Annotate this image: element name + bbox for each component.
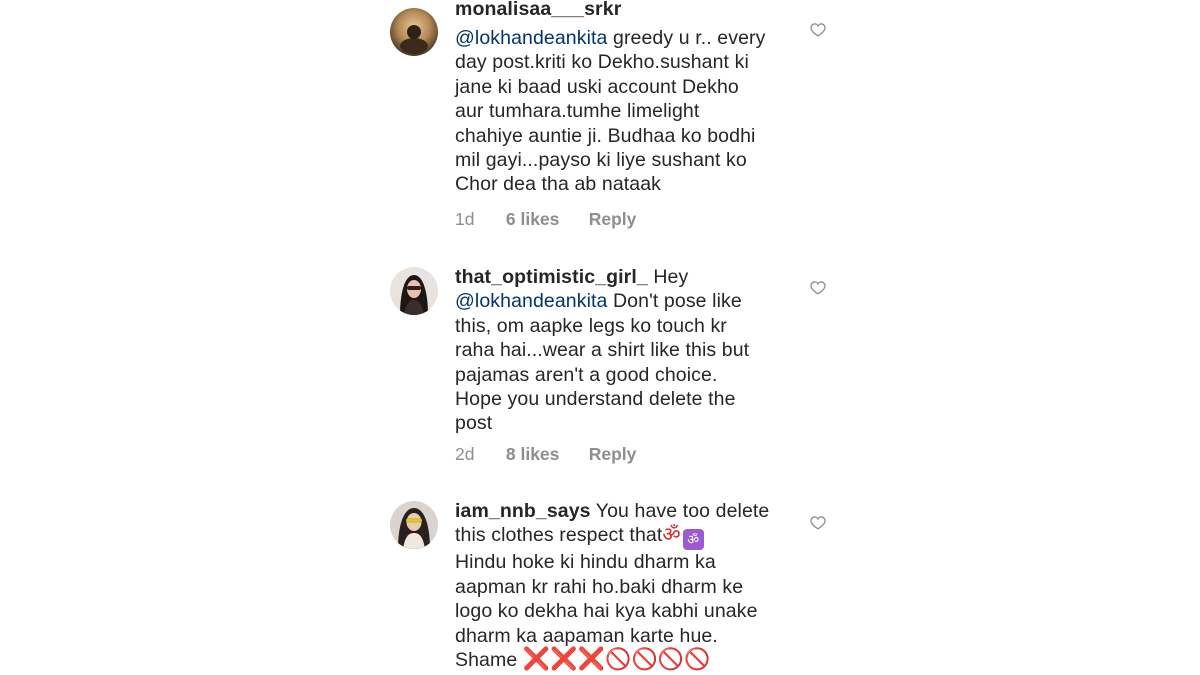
comment-text: iam_nnb_says You have too delete this cl…	[455, 499, 785, 672]
comment-line: day post.kriti ko Dekho.sushant ki	[455, 51, 749, 74]
comment-line: aapman kr rahi ho.baki dharm ke	[455, 575, 744, 598]
comment-line: mil gayi...payso ki liye sushant ko	[455, 149, 747, 172]
comment-username[interactable]: iam_nnb_says	[455, 500, 591, 522]
comment-line: pajamas aren't a good choice.	[455, 363, 718, 386]
avatar[interactable]	[390, 267, 438, 315]
heart-outline-icon[interactable]	[810, 515, 826, 530]
comment-line: this, om aapke legs ko touch kr	[455, 314, 727, 337]
likes-count[interactable]: 8 likes	[506, 444, 584, 465]
comment-line: chahiye auntie ji. Budhaa ko bodhi	[455, 124, 756, 147]
comment-line: dharm ka aapaman karte hue.	[455, 624, 718, 647]
comment-line: aur tumhara.tumhe limelight	[455, 100, 700, 123]
comment-text-segment: greedy u r.. every	[607, 27, 766, 49]
comment-time: 1d	[455, 209, 475, 229]
comment-text-segment: You have too delete	[590, 500, 770, 522]
comment-mention[interactable]: @lokhandeankita	[455, 27, 607, 49]
comment-text-segment: Hey	[647, 266, 689, 288]
avatar[interactable]	[390, 8, 438, 56]
comment-username[interactable]: monalisaa___srkr	[455, 0, 621, 18]
reply-button[interactable]: Reply	[589, 209, 637, 230]
comment-mention[interactable]: @lokhandeankita	[455, 290, 607, 312]
heart-outline-icon[interactable]	[810, 22, 826, 37]
comment-line: Hope you understand delete the	[455, 388, 736, 411]
comment-line: Chor dea tha ab nataak	[455, 173, 662, 196]
comments-panel[interactable]: monalisaa___srkr @lokhandeankita greedy …	[369, 0, 834, 675]
likes-count[interactable]: 6 likes	[506, 209, 584, 230]
comment-line: logo ko dekha hai kya kabhi unake	[455, 600, 758, 623]
comment-text: that_optimistic_girl_ Hey @lokhandeankit…	[455, 265, 785, 436]
comment-text-segment: this clothes respect that	[455, 524, 663, 547]
comment-line: jane ki baad uski account Dekho	[455, 75, 739, 98]
comment-text-segment: Shame	[455, 649, 518, 672]
reply-button[interactable]: Reply	[589, 444, 637, 465]
comment-line: Hindu hoke ki hindu dharm ka	[455, 551, 716, 574]
comment-line: raha hai...wear a shirt like this but	[455, 339, 750, 362]
prohibited-icon: 🚫🚫🚫🚫	[605, 648, 711, 672]
cross-mark-icon: ❌❌❌	[522, 646, 606, 672]
om-symbol-icon: ॐ	[662, 524, 681, 547]
comment-line: post	[455, 412, 493, 435]
om-emoji-icon: ॐ	[682, 529, 704, 551]
comment-text-segment: Don't pose like	[607, 290, 742, 313]
comment-text: monalisaa___srkr @lokhandeankita greedy …	[455, 0, 785, 197]
comment-meta: 2d 8 likes Reply	[455, 444, 636, 468]
page: monalisaa___srkr @lokhandeankita greedy …	[0, 0, 1200, 675]
comment-meta: 1d 6 likes Reply	[455, 209, 636, 233]
comment-time: 2d	[455, 444, 475, 464]
avatar[interactable]	[390, 501, 438, 549]
heart-outline-icon[interactable]	[810, 280, 826, 295]
comment-username[interactable]: that_optimistic_girl_	[455, 266, 648, 288]
